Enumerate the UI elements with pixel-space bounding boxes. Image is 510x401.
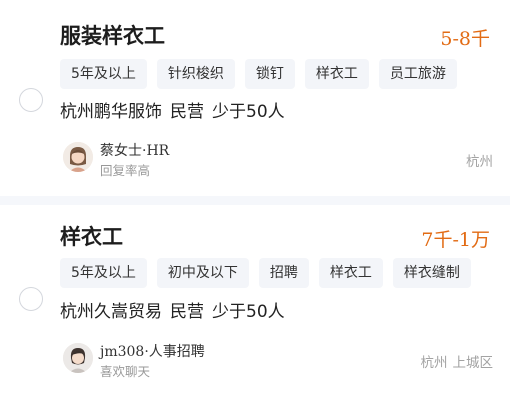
tag: 样衣缝制 — [392, 258, 471, 288]
job-location: 杭州 — [466, 150, 493, 170]
recruiter-status: 回复率高 — [100, 163, 151, 178]
job-title[interactable]: 服装样衣工 — [60, 20, 165, 50]
city: 杭州 — [420, 355, 448, 371]
job-title[interactable]: 样衣工 — [60, 221, 123, 251]
recruiter-avatar-icon — [63, 142, 93, 172]
recruiter-name: jm308·人事招聘 — [100, 344, 205, 360]
company-info: 杭州久嵩贸易 民营 少于50人 — [60, 297, 285, 322]
tag-list: 5年及以上 初中及以下 招聘 样衣工 样衣缝制 — [60, 258, 471, 288]
tag: 针织梭织 — [156, 59, 235, 89]
select-radio-icon[interactable] — [19, 287, 43, 311]
tag: 样衣工 — [318, 258, 383, 288]
district: 上城区 — [452, 355, 494, 371]
company-size: 少于50人 — [212, 302, 285, 322]
company-info: 杭州鹏华服饰 民营 少于50人 — [60, 97, 285, 122]
company-type: 民营 — [170, 302, 204, 322]
recruiter-row[interactable]: 蔡女士·HR 回复率高 杭州 — [63, 140, 493, 180]
recruiter-avatar-icon — [63, 343, 93, 373]
recruiter-name: 蔡女士·HR — [100, 143, 170, 159]
tag: 初中及以下 — [156, 258, 249, 288]
tag: 锁钉 — [244, 59, 295, 89]
tag: 招聘 — [258, 258, 309, 288]
select-radio-icon[interactable] — [19, 88, 43, 112]
tag: 5年及以上 — [60, 59, 147, 89]
recruiter-status: 喜欢聊天 — [100, 364, 151, 379]
salary: 7千-1万 — [421, 229, 490, 251]
tag: 5年及以上 — [60, 258, 147, 288]
city: 杭州 — [466, 154, 493, 170]
job-card[interactable]: 样衣工 7千-1万 5年及以上 初中及以下 招聘 样衣工 样衣缝制 杭州久嵩贸易… — [0, 205, 510, 401]
company-name: 杭州久嵩贸易 — [60, 302, 162, 322]
tag: 员工旅游 — [378, 59, 457, 89]
company-type: 民营 — [170, 102, 204, 122]
company-name: 杭州鹏华服饰 — [60, 102, 162, 122]
recruiter-row[interactable]: jm308·人事招聘 喜欢聊天 杭州 上城区 — [63, 341, 493, 381]
job-location: 杭州 上城区 — [421, 351, 494, 371]
company-size: 少于50人 — [212, 102, 285, 122]
tag: 样衣工 — [304, 59, 369, 89]
tag-list: 5年及以上 针织梭织 锁钉 样衣工 员工旅游 — [60, 59, 457, 89]
job-card[interactable]: 服装样衣工 5-8千 5年及以上 针织梭织 锁钉 样衣工 员工旅游 杭州鹏华服饰… — [0, 0, 510, 196]
salary: 5-8千 — [440, 28, 490, 50]
